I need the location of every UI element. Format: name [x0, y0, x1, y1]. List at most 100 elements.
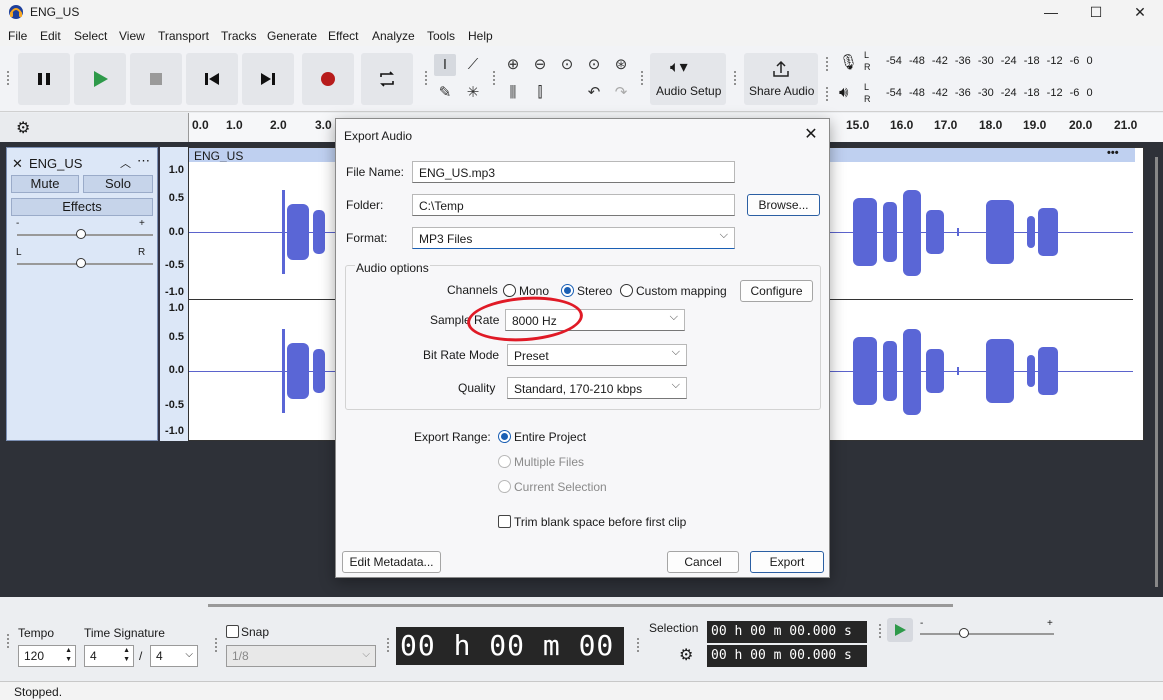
gain-slider-knob[interactable]	[76, 229, 86, 239]
close-window-button[interactable]: ✕	[1117, 2, 1163, 22]
minimize-button[interactable]: —	[1028, 2, 1074, 22]
menu-select[interactable]: Select	[74, 29, 107, 43]
maximize-button[interactable]: ☐	[1073, 2, 1119, 22]
record-button[interactable]	[302, 53, 354, 105]
close-track-icon[interactable]: ✕	[12, 156, 23, 172]
cancel-button[interactable]: Cancel	[667, 551, 739, 573]
stereo-radio[interactable]	[561, 284, 574, 297]
pan-slider-knob[interactable]	[76, 258, 86, 268]
multi-tool-icon[interactable]: ✳	[462, 82, 484, 104]
undo-icon[interactable]: ↶	[583, 82, 605, 104]
toolbar-grip[interactable]	[640, 70, 644, 86]
playback-speed-knob[interactable]	[959, 628, 969, 638]
format-select[interactable]: MP3 Files ⌵	[412, 227, 735, 249]
menu-tracks[interactable]: Tracks	[221, 29, 257, 43]
time-signature-denominator[interactable]: 4 ⌵	[150, 645, 198, 667]
trim-audio-icon[interactable]: ⫼	[502, 82, 524, 104]
microphone-icon[interactable]: 🎙︎	[839, 53, 858, 71]
custom-mapping-label[interactable]: Custom mapping	[636, 284, 727, 298]
toolbar-grip[interactable]	[733, 70, 737, 86]
playback-meter[interactable]: L R -54 -48 -42 -36 -30 -24 -18 -12 -6 0	[858, 82, 1108, 104]
toolbar-grip[interactable]	[6, 633, 10, 649]
browse-button[interactable]: Browse...	[747, 194, 820, 216]
custom-mapping-radio[interactable]	[620, 284, 633, 297]
stereo-label[interactable]: Stereo	[577, 284, 612, 298]
toolbar-grip[interactable]	[636, 637, 640, 653]
entire-project-radio[interactable]	[498, 430, 511, 443]
menu-analyze[interactable]: Analyze	[372, 29, 415, 43]
snap-select[interactable]: 1/8 ⌵	[226, 645, 376, 667]
audio-setup-button[interactable]: 🔈︎▾ Audio Setup	[650, 53, 726, 105]
toolbar-grip[interactable]	[492, 70, 496, 86]
collapse-chevron-icon[interactable]: ︿	[120, 155, 131, 171]
menu-view[interactable]: View	[119, 29, 145, 43]
quality-select[interactable]: Standard, 170-210 kbps ⌵	[507, 377, 687, 399]
multiple-files-radio[interactable]	[498, 455, 511, 468]
track-menu-icon[interactable]: ⋯	[137, 153, 150, 169]
envelope-tool-icon[interactable]: ⟋	[462, 54, 484, 76]
menu-generate[interactable]: Generate	[267, 29, 317, 43]
trim-blank-checkbox[interactable]	[498, 515, 511, 528]
mono-radio[interactable]	[503, 284, 516, 297]
folder-input[interactable]: C:\Temp	[412, 194, 735, 216]
toolbar-grip[interactable]	[424, 70, 428, 86]
playback-speed-slider[interactable]	[920, 633, 1054, 635]
mute-button[interactable]: Mute	[11, 175, 79, 193]
tempo-spinner[interactable]: 120 ▲ ▼	[18, 645, 76, 667]
loop-button[interactable]	[361, 53, 413, 105]
selection-end[interactable]: 00 h 00 m 00.000 s	[707, 645, 867, 667]
skip-to-start-button[interactable]	[186, 53, 238, 105]
spinner-arrows-icon[interactable]: ▲ ▼	[65, 646, 72, 664]
menu-transport[interactable]: Transport	[158, 29, 209, 43]
multiple-files-label[interactable]: Multiple Files	[514, 455, 584, 469]
menu-effect[interactable]: Effect	[328, 29, 358, 43]
menu-help[interactable]: Help	[468, 29, 493, 43]
zoom-toggle-icon[interactable]: ⊛	[610, 54, 632, 76]
entire-project-label[interactable]: Entire Project	[514, 430, 586, 444]
dialog-close-icon[interactable]: ✕	[799, 124, 823, 146]
draw-tool-icon[interactable]: ✎	[434, 82, 456, 104]
clip-menu-icon[interactable]: •••	[1107, 147, 1119, 159]
time-signature-numerator[interactable]: 4 ▲ ▼	[84, 645, 134, 667]
timeline-settings-gear-icon[interactable]: ⚙	[16, 118, 30, 138]
selection-start[interactable]: 00 h 00 m 00.000 s	[707, 621, 867, 643]
track-control-panel[interactable]: ✕ ENG_US ︿ ⋯ Mute Solo Effects - + L R	[6, 147, 158, 441]
share-audio-button[interactable]: Share Audio	[744, 53, 818, 105]
snap-checkbox[interactable]	[226, 625, 239, 638]
redo-icon[interactable]: ↷	[610, 82, 632, 104]
toolbar-grip[interactable]	[878, 623, 882, 639]
stop-button[interactable]	[130, 53, 182, 105]
effects-button[interactable]: Effects	[11, 198, 153, 216]
zoom-out-icon[interactable]: ⊖	[529, 54, 551, 76]
fit-selection-icon[interactable]: ⊙	[556, 54, 578, 76]
toolbar-grip[interactable]	[386, 637, 390, 653]
spinner-arrows-icon[interactable]: ▲ ▼	[123, 646, 130, 664]
solo-button[interactable]: Solo	[83, 175, 153, 193]
toolbar-grip[interactable]	[214, 637, 218, 653]
fit-project-icon[interactable]: ⊙	[583, 54, 605, 76]
menu-tools[interactable]: Tools	[427, 29, 455, 43]
current-selection-label[interactable]: Current Selection	[514, 480, 607, 494]
playback-speaker-icon[interactable]: 🔊︎	[839, 84, 848, 101]
bit-rate-mode-select[interactable]: Preset ⌵	[507, 344, 687, 366]
vertical-scale[interactable]: 1.0 0.5 0.0 -0.5 -1.0 1.0 0.5 0.0 -0.5 -…	[158, 147, 188, 441]
menu-edit[interactable]: Edit	[40, 29, 61, 43]
play-button[interactable]	[74, 53, 126, 105]
configure-button[interactable]: Configure	[740, 280, 813, 302]
skip-to-end-button[interactable]	[242, 53, 294, 105]
vertical-scrollbar[interactable]	[1155, 157, 1158, 587]
toolbar-grip[interactable]	[825, 86, 829, 102]
trim-blank-label[interactable]: Trim blank space before first clip	[514, 515, 686, 529]
record-meter[interactable]: L R -54 -48 -42 -36 -30 -24 -18 -12 -6 0	[858, 50, 1108, 72]
selection-settings-gear-icon[interactable]: ⚙	[679, 645, 693, 665]
file-name-input[interactable]: ENG_US.mp3	[412, 161, 735, 183]
export-button[interactable]: Export	[750, 551, 824, 573]
pause-button[interactable]	[18, 53, 70, 105]
current-selection-radio[interactable]	[498, 480, 511, 493]
toolbar-grip[interactable]	[6, 70, 10, 86]
selection-tool-icon[interactable]: I	[434, 54, 456, 76]
toolbar-grip[interactable]	[825, 56, 829, 72]
silence-audio-icon[interactable]: ⫿	[529, 82, 551, 104]
track-name[interactable]: ENG_US	[29, 156, 82, 171]
time-display[interactable]: 00 h 00 m 00 s	[396, 627, 624, 665]
